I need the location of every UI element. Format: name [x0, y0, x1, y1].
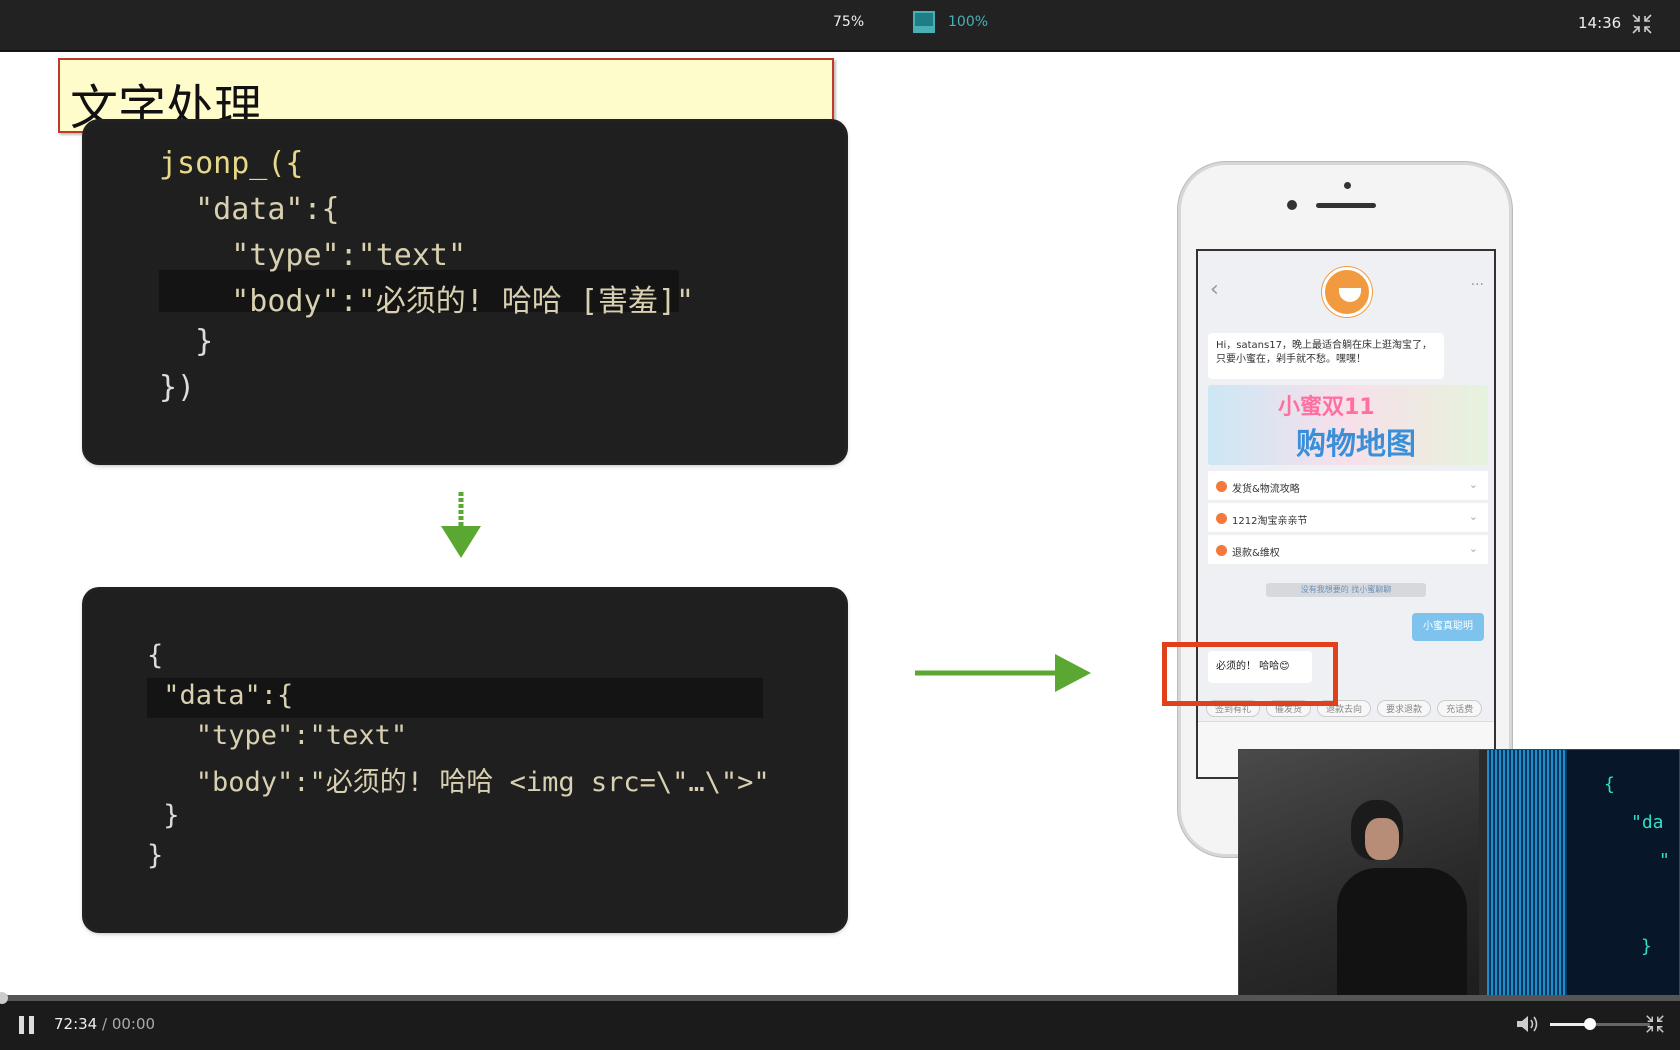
menu-item-label: 退款&维权	[1232, 548, 1280, 559]
clock: 14:36	[1578, 14, 1622, 32]
volume-knob[interactable]	[1584, 1018, 1596, 1030]
backdrop-stripes	[1487, 750, 1567, 996]
volume-icon[interactable]	[1515, 1013, 1541, 1035]
menu-dot-icon	[1216, 481, 1227, 492]
speaker-body	[1337, 868, 1467, 996]
code-line: jsonp_({	[159, 146, 304, 181]
speaker-video[interactable]: { "da " }	[1238, 749, 1680, 997]
more-icon[interactable]: ···	[1471, 277, 1484, 293]
menu-item-label: 1212淘宝亲亲节	[1232, 516, 1308, 527]
pause-icon[interactable]	[19, 1016, 35, 1034]
back-icon[interactable]: ‹	[1210, 277, 1219, 302]
quick-reply[interactable]: 要求退款	[1377, 700, 1432, 717]
time-display: 72:34 / 00:00	[54, 1015, 155, 1033]
menu-item[interactable]: 1212淘宝亲亲节 ⌄	[1208, 503, 1488, 533]
player-controls: 72:34 / 00:00	[0, 992, 1680, 1050]
code-block-after: { "data":{ "type":"text" "body":"必须的! 哈哈…	[85, 590, 845, 930]
mascot-avatar-icon	[1322, 267, 1372, 317]
highlight-frame	[1162, 642, 1338, 706]
code-line: "data":{	[159, 192, 340, 227]
notice-pill[interactable]: 没有我想要的 找小蜜聊聊	[1266, 583, 1426, 597]
code-line: })	[159, 370, 196, 405]
menu-item[interactable]: 退款&维权 ⌄	[1208, 535, 1488, 565]
code-line: "type":"text"	[147, 720, 408, 751]
chevron-down-icon: ⌄	[1468, 542, 1478, 555]
greeting-bubble: Hi，satans17，晚上最适合躺在床上逛淘宝了，只要小蜜在，剁手就不愁。嘿嘿…	[1208, 333, 1444, 379]
code-line: }	[147, 800, 180, 831]
duration: 00:00	[111, 1015, 156, 1033]
backdrop-code: {	[1604, 774, 1615, 795]
video-player: 75% 100% 14:36 文字处理 jsonp_({ "data":{ "t…	[0, 0, 1680, 1050]
time-separator: /	[97, 1015, 112, 1033]
progress-handle[interactable]	[0, 992, 8, 1004]
code-line: }	[147, 840, 164, 871]
arrow-down-icon	[441, 492, 481, 558]
quick-reply[interactable]: 充话费	[1437, 700, 1483, 717]
code-line: "data":{	[147, 680, 294, 711]
code-line: {	[147, 640, 164, 671]
progress-bar[interactable]	[0, 992, 1680, 1004]
banner-line2: 购物地图	[1296, 427, 1416, 462]
menu-dot-icon	[1216, 545, 1227, 556]
backdrop-code: "	[1659, 850, 1670, 871]
menu-dot-icon	[1216, 513, 1227, 524]
phone-speaker	[1316, 203, 1376, 208]
screen-icon[interactable]	[913, 11, 935, 33]
exit-fullscreen-icon[interactable]	[1644, 1013, 1666, 1035]
exit-fullscreen-icon[interactable]	[1630, 12, 1654, 36]
chevron-down-icon: ⌄	[1468, 510, 1478, 523]
speaker-face	[1365, 818, 1399, 860]
code-line: "body":"必须的! 哈哈 <img src=\"…\">"	[147, 767, 770, 798]
backdrop-code: }	[1641, 936, 1652, 957]
chevron-down-icon: ⌄	[1468, 478, 1478, 491]
phone-camera	[1287, 200, 1297, 210]
promo-banner[interactable]: 小蜜双11 购物地图	[1208, 385, 1488, 465]
phone-sensor	[1344, 182, 1351, 189]
zoom-100-option[interactable]: 100%	[948, 14, 988, 30]
code-line: "body":"必须的! 哈哈 [害羞]"	[159, 284, 695, 319]
top-toolbar: 75% 100% 14:36	[0, 0, 1680, 51]
code-block-before: jsonp_({ "data":{ "type":"text" "body":"…	[85, 122, 845, 462]
code-line: "type":"text"	[159, 238, 467, 273]
menu-item-label: 发货&物流攻略	[1232, 484, 1300, 495]
user-message-bubble: 小蜜真聪明	[1412, 613, 1484, 641]
menu-item[interactable]: 发货&物流攻略 ⌄	[1208, 471, 1488, 501]
zoom-75-option[interactable]: 75%	[833, 14, 864, 30]
arrow-right-icon	[915, 654, 1091, 692]
backdrop-code: "da	[1631, 812, 1664, 833]
volume-slider[interactable]	[1550, 1018, 1650, 1030]
current-time: 72:34	[54, 1015, 98, 1033]
banner-line1: 小蜜双11	[1278, 395, 1375, 420]
code-line: }	[159, 324, 214, 359]
